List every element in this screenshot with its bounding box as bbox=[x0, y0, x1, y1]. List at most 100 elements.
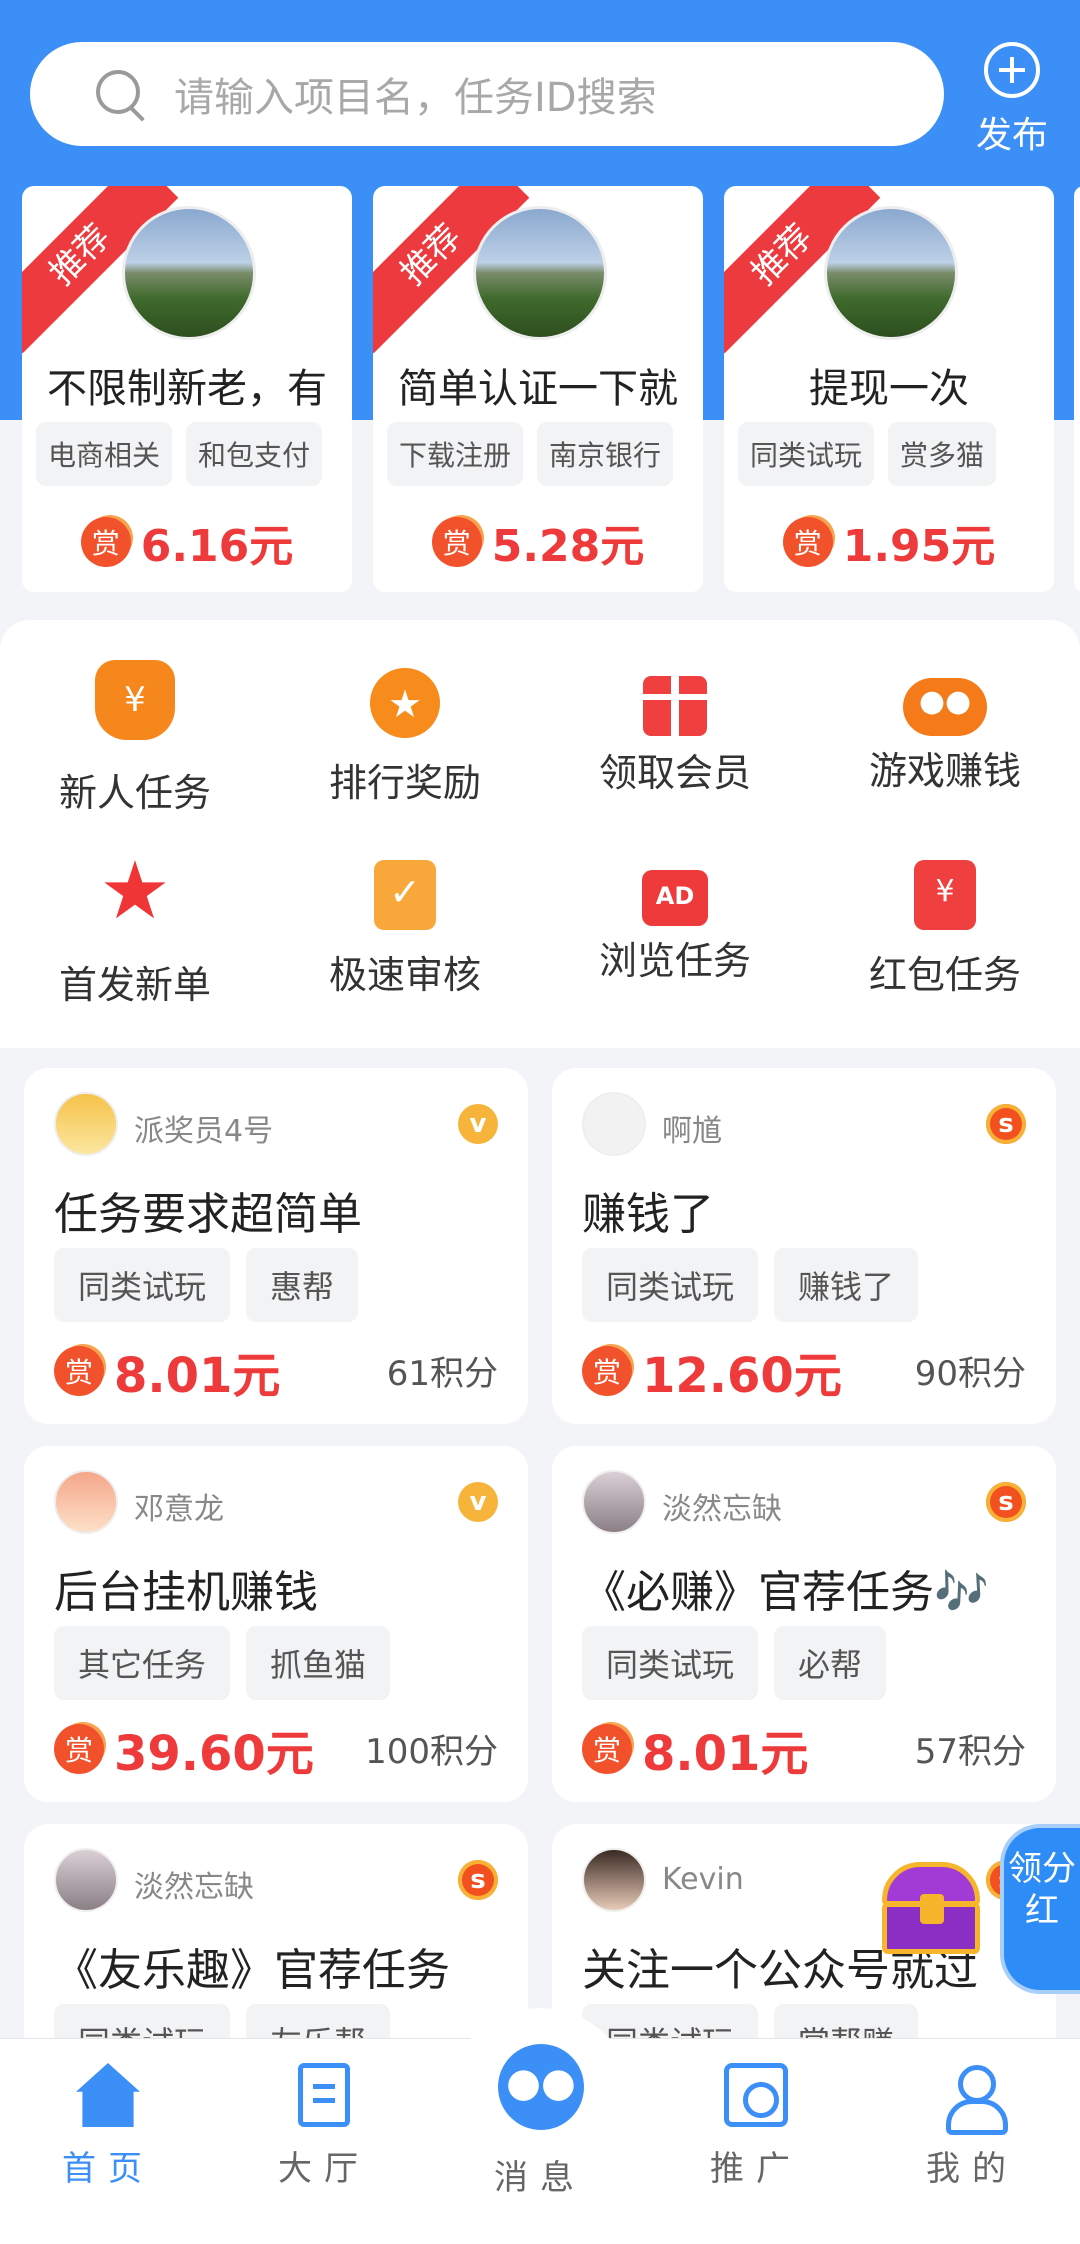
ad-icon: AD bbox=[642, 870, 708, 926]
reward-icon: 赏 bbox=[54, 1346, 104, 1396]
category-label: 游戏赚钱 bbox=[868, 749, 1021, 793]
tag: 其它任务 bbox=[54, 1626, 231, 1700]
avatar bbox=[122, 206, 256, 340]
task-card[interactable]: 淡然忘缺 s 《必赚》官荐任务🎶 同类试玩 必帮 赏 8.01元 57积分 bbox=[552, 1446, 1056, 1802]
publisher-name: 邓意龙 bbox=[134, 1492, 224, 1527]
category-browse-tasks[interactable]: AD 浏览任务 bbox=[540, 852, 810, 985]
recommended-card[interactable]: 推荐 提现一次 同类试玩 赏多猫 赏 1.95元 bbox=[724, 186, 1054, 592]
nav-label: 大厅 bbox=[278, 2149, 370, 2189]
category-red-envelope-tasks[interactable]: ¥ 红包任务 bbox=[810, 852, 1080, 999]
nav-label: 首页 bbox=[62, 2149, 154, 2189]
tag: 赏多猫 bbox=[888, 422, 997, 486]
home-icon bbox=[76, 2063, 140, 2127]
task-title: 任务要求超简单 bbox=[54, 1189, 362, 1240]
points: 90积分 bbox=[914, 1354, 1026, 1394]
publisher-name: 啊馗 bbox=[662, 1114, 722, 1149]
nav-hall[interactable]: 大厅 bbox=[216, 2063, 432, 2190]
gift-icon bbox=[643, 676, 707, 736]
recommended-card-peek[interactable] bbox=[1074, 186, 1080, 592]
medal-icon: ★ bbox=[370, 668, 440, 738]
nav-home[interactable]: 首页 bbox=[0, 2063, 216, 2190]
category-label: 领取会员 bbox=[598, 751, 751, 795]
points: 100积分 bbox=[365, 1732, 498, 1772]
publisher-name: 淡然忘缺 bbox=[134, 1870, 254, 1905]
reward-amount: 8.01元 bbox=[642, 1726, 809, 1782]
task-title: 《友乐趣》官荐任务 bbox=[54, 1945, 450, 1996]
task-card[interactable]: 啊馗 s 赚钱了 同类试玩 赚钱了 赏 12.60元 90积分 bbox=[552, 1068, 1056, 1424]
task-card[interactable]: 邓意龙 v 后台挂机赚钱 其它任务 抓鱼猫 赏 39.60元 100积分 bbox=[24, 1446, 528, 1802]
tag: 必帮 bbox=[774, 1626, 887, 1700]
nav-label: 消息 bbox=[494, 2158, 586, 2198]
user-icon bbox=[940, 2063, 1008, 2135]
reward-amount: 39.60元 bbox=[114, 1726, 314, 1782]
avatar bbox=[54, 1470, 118, 1534]
reward-icon: 赏 bbox=[782, 517, 833, 567]
search-icon bbox=[90, 64, 150, 124]
tag: 同类试玩 bbox=[738, 422, 875, 486]
tag: 下载注册 bbox=[387, 422, 524, 486]
nav-messages[interactable]: ●● bbox=[498, 2044, 584, 2130]
treasure-chest-icon[interactable] bbox=[876, 1862, 986, 1954]
points: 57积分 bbox=[914, 1732, 1026, 1772]
avatar bbox=[473, 206, 607, 340]
tag: 和包支付 bbox=[186, 422, 323, 486]
avatar bbox=[582, 1470, 646, 1534]
tag: 惠帮 bbox=[246, 1248, 359, 1322]
task-card[interactable]: 派奖员4号 v 任务要求超简单 同类试玩 惠帮 赏 8.01元 61积分 bbox=[24, 1068, 528, 1424]
level-badge: s bbox=[986, 1104, 1026, 1144]
category-label: 极速审核 bbox=[328, 953, 481, 997]
reward-amount: 6.16元 bbox=[140, 521, 294, 572]
category-ranking-rewards[interactable]: ★ 排行奖励 bbox=[270, 660, 540, 807]
category-get-membership[interactable]: 领取会员 bbox=[540, 660, 810, 797]
publish-button[interactable]: 发布 bbox=[962, 42, 1062, 156]
task-title: 赚钱了 bbox=[582, 1189, 714, 1240]
document-icon bbox=[298, 2063, 350, 2127]
nav-me[interactable]: 我的 bbox=[864, 2063, 1080, 2190]
avatar bbox=[824, 206, 958, 340]
nav-promote[interactable]: 推广 bbox=[648, 2063, 864, 2190]
chest-lock bbox=[920, 1894, 944, 1924]
promote-icon bbox=[724, 2063, 788, 2127]
card-title: 简单认证一下就 bbox=[398, 366, 678, 412]
publisher-name: 派奖员4号 bbox=[134, 1114, 274, 1149]
level-badge: s bbox=[986, 1482, 1026, 1522]
search-input[interactable]: 请输入项目名，任务ID搜索 bbox=[174, 65, 657, 123]
tag: 电商相关 bbox=[36, 422, 173, 486]
red-envelope-icon: ¥ bbox=[914, 860, 976, 930]
tag: 南京银行 bbox=[537, 422, 674, 486]
recommended-card[interactable]: 推荐 不限制新老，有 电商相关 和包支付 赏 6.16元 bbox=[22, 186, 352, 592]
nav-label: 我的 bbox=[926, 2149, 1018, 2189]
tag: 同类试玩 bbox=[582, 1248, 759, 1322]
reward-amount: 5.28元 bbox=[491, 521, 645, 572]
category-game-earn[interactable]: ●● 游戏赚钱 bbox=[810, 660, 1080, 795]
category-first-orders[interactable]: ★ 首发新单 bbox=[0, 846, 270, 1009]
tag: 赚钱了 bbox=[774, 1248, 919, 1322]
publisher-name: 淡然忘缺 bbox=[662, 1492, 782, 1527]
category-label: 红包任务 bbox=[868, 953, 1021, 997]
clipboard-check-icon: ✓ bbox=[374, 860, 436, 930]
reward-amount: 1.95元 bbox=[842, 521, 996, 572]
reward-icon: 赏 bbox=[582, 1346, 632, 1396]
publisher-name: Kevin bbox=[662, 1862, 744, 1897]
task-title: 《必赚》官荐任务🎶 bbox=[582, 1567, 989, 1618]
reward-icon: 赏 bbox=[80, 517, 131, 567]
category-label: 排行奖励 bbox=[328, 761, 481, 805]
category-label: 新人任务 bbox=[58, 771, 211, 815]
reward-icon: 赏 bbox=[431, 517, 482, 567]
category-label: 浏览任务 bbox=[598, 939, 751, 983]
claim-dividend-button[interactable]: 领分红 bbox=[1000, 1824, 1080, 1994]
tag: 同类试玩 bbox=[54, 1248, 231, 1322]
avatar bbox=[582, 1092, 646, 1156]
level-badge: s bbox=[458, 1860, 498, 1900]
category-fast-review[interactable]: ✓ 极速审核 bbox=[270, 852, 540, 999]
category-grid: ¥ 新人任务 ★ 排行奖励 领取会员 ●● 游戏赚钱 ★ 首发新单 ✓ 极速审核… bbox=[0, 620, 1080, 1048]
recommended-card[interactable]: 推荐 简单认证一下就 下载注册 南京银行 赏 5.28元 bbox=[373, 186, 703, 592]
category-newbie-tasks[interactable]: ¥ 新人任务 bbox=[0, 660, 270, 817]
search-bar[interactable]: 请输入项目名，任务ID搜索 bbox=[30, 42, 944, 146]
avatar bbox=[54, 1092, 118, 1156]
reward-amount: 8.01元 bbox=[114, 1348, 281, 1404]
reward-icon: 赏 bbox=[54, 1724, 104, 1774]
card-title: 提现一次 bbox=[809, 366, 969, 412]
avatar bbox=[54, 1848, 118, 1912]
card-title: 不限制新老，有 bbox=[47, 366, 327, 412]
